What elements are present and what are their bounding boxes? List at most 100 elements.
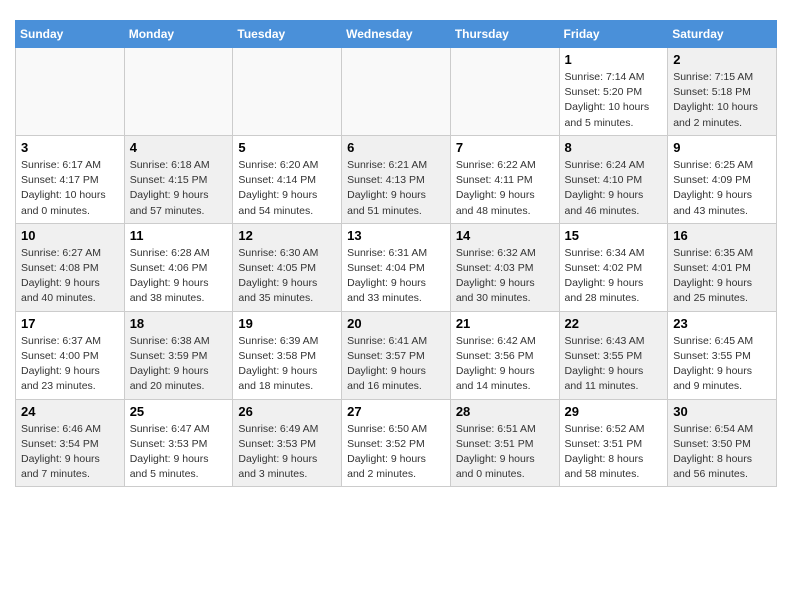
- day-info: Sunrise: 6:52 AM Sunset: 3:51 PM Dayligh…: [565, 422, 663, 483]
- day-number: 15: [565, 228, 663, 243]
- calendar-table: SundayMondayTuesdayWednesdayThursdayFrid…: [15, 20, 777, 487]
- calendar-cell: 20 Sunrise: 6:41 AM Sunset: 3:57 PM Dayli…: [342, 311, 451, 399]
- day-info: Sunrise: 6:46 AM Sunset: 3:54 PM Dayligh…: [21, 422, 119, 483]
- calendar-cell: 1 Sunrise: 7:14 AM Sunset: 5:20 PM Daylig…: [559, 48, 668, 136]
- day-number: 12: [238, 228, 336, 243]
- day-info: Sunrise: 6:50 AM Sunset: 3:52 PM Dayligh…: [347, 422, 445, 483]
- day-info: Sunrise: 6:38 AM Sunset: 3:59 PM Dayligh…: [130, 334, 228, 395]
- day-number: 10: [21, 228, 119, 243]
- day-info: Sunrise: 6:24 AM Sunset: 4:10 PM Dayligh…: [565, 158, 663, 219]
- day-number: 20: [347, 316, 445, 331]
- day-number: 29: [565, 404, 663, 419]
- day-info: Sunrise: 6:51 AM Sunset: 3:51 PM Dayligh…: [456, 422, 554, 483]
- day-info: Sunrise: 6:25 AM Sunset: 4:09 PM Dayligh…: [673, 158, 771, 219]
- calendar-cell: 29 Sunrise: 6:52 AM Sunset: 3:51 PM Dayli…: [559, 399, 668, 487]
- day-info: Sunrise: 6:18 AM Sunset: 4:15 PM Dayligh…: [130, 158, 228, 219]
- day-info: Sunrise: 6:37 AM Sunset: 4:00 PM Dayligh…: [21, 334, 119, 395]
- day-number: 27: [347, 404, 445, 419]
- weekday-header-thursday: Thursday: [450, 21, 559, 48]
- calendar-cell: 23 Sunrise: 6:45 AM Sunset: 3:55 PM Dayli…: [668, 311, 777, 399]
- day-number: 3: [21, 140, 119, 155]
- calendar-cell: 15 Sunrise: 6:34 AM Sunset: 4:02 PM Dayli…: [559, 223, 668, 311]
- day-info: Sunrise: 6:43 AM Sunset: 3:55 PM Dayligh…: [565, 334, 663, 395]
- calendar-cell: 8 Sunrise: 6:24 AM Sunset: 4:10 PM Daylig…: [559, 135, 668, 223]
- day-info: Sunrise: 6:31 AM Sunset: 4:04 PM Dayligh…: [347, 246, 445, 307]
- calendar-cell: [450, 48, 559, 136]
- day-number: 11: [130, 228, 228, 243]
- calendar-cell: 5Sunrise: 6:20 AM Sunset: 4:14 PM Daylig…: [233, 135, 342, 223]
- day-info: Sunrise: 6:30 AM Sunset: 4:05 PM Dayligh…: [238, 246, 336, 307]
- day-number: 26: [238, 404, 336, 419]
- day-number: 17: [21, 316, 119, 331]
- day-info: Sunrise: 6:47 AM Sunset: 3:53 PM Dayligh…: [130, 422, 228, 483]
- calendar-cell: 27 Sunrise: 6:50 AM Sunset: 3:52 PM Dayli…: [342, 399, 451, 487]
- day-number: 24: [21, 404, 119, 419]
- weekday-header-wednesday: Wednesday: [342, 21, 451, 48]
- day-info: Sunrise: 6:21 AM Sunset: 4:13 PM Dayligh…: [347, 158, 445, 219]
- day-info: Sunrise: 6:41 AM Sunset: 3:57 PM Dayligh…: [347, 334, 445, 395]
- calendar-cell: 26Sunrise: 6:49 AM Sunset: 3:53 PM Dayli…: [233, 399, 342, 487]
- weekday-header-sunday: Sunday: [16, 21, 125, 48]
- header: [15, 10, 777, 12]
- day-info: Sunrise: 6:27 AM Sunset: 4:08 PM Dayligh…: [21, 246, 119, 307]
- calendar-cell: 7 Sunrise: 6:22 AM Sunset: 4:11 PM Daylig…: [450, 135, 559, 223]
- day-info: Sunrise: 6:22 AM Sunset: 4:11 PM Dayligh…: [456, 158, 554, 219]
- calendar-cell: 10 Sunrise: 6:27 AM Sunset: 4:08 PM Dayli…: [16, 223, 125, 311]
- calendar-cell: [233, 48, 342, 136]
- calendar-header: SundayMondayTuesdayWednesdayThursdayFrid…: [16, 21, 777, 48]
- day-info: Sunrise: 6:54 AM Sunset: 3:50 PM Dayligh…: [673, 422, 771, 483]
- calendar-cell: 6Sunrise: 6:21 AM Sunset: 4:13 PM Daylig…: [342, 135, 451, 223]
- day-number: 25: [130, 404, 228, 419]
- day-number: 22: [565, 316, 663, 331]
- day-number: 5: [238, 140, 336, 155]
- calendar-cell: 14 Sunrise: 6:32 AM Sunset: 4:03 PM Dayli…: [450, 223, 559, 311]
- weekday-header-row: SundayMondayTuesdayWednesdayThursdayFrid…: [16, 21, 777, 48]
- day-number: 21: [456, 316, 554, 331]
- calendar-cell: 24 Sunrise: 6:46 AM Sunset: 3:54 PM Dayli…: [16, 399, 125, 487]
- calendar-cell: 28 Sunrise: 6:51 AM Sunset: 3:51 PM Dayli…: [450, 399, 559, 487]
- calendar-cell: 4 Sunrise: 6:18 AM Sunset: 4:15 PM Daylig…: [124, 135, 233, 223]
- calendar-cell: 19 Sunrise: 6:39 AM Sunset: 3:58 PM Dayli…: [233, 311, 342, 399]
- day-info: Sunrise: 6:39 AM Sunset: 3:58 PM Dayligh…: [238, 334, 336, 395]
- day-number: 4: [130, 140, 228, 155]
- calendar-cell: 18 Sunrise: 6:38 AM Sunset: 3:59 PM Dayli…: [124, 311, 233, 399]
- day-info: Sunrise: 6:34 AM Sunset: 4:02 PM Dayligh…: [565, 246, 663, 307]
- day-info: Sunrise: 6:28 AM Sunset: 4:06 PM Dayligh…: [130, 246, 228, 307]
- day-number: 1: [565, 52, 663, 67]
- weekday-header-saturday: Saturday: [668, 21, 777, 48]
- day-info: Sunrise: 6:45 AM Sunset: 3:55 PM Dayligh…: [673, 334, 771, 395]
- calendar-week-3: 17 Sunrise: 6:37 AM Sunset: 4:00 PM Dayli…: [16, 311, 777, 399]
- day-info: Sunrise: 7:14 AM Sunset: 5:20 PM Dayligh…: [565, 70, 663, 131]
- day-number: 16: [673, 228, 771, 243]
- calendar-cell: 22 Sunrise: 6:43 AM Sunset: 3:55 PM Dayli…: [559, 311, 668, 399]
- day-number: 9: [673, 140, 771, 155]
- day-number: 19: [238, 316, 336, 331]
- day-number: 7: [456, 140, 554, 155]
- day-info: Sunrise: 6:35 AM Sunset: 4:01 PM Dayligh…: [673, 246, 771, 307]
- day-number: 13: [347, 228, 445, 243]
- day-number: 23: [673, 316, 771, 331]
- day-number: 18: [130, 316, 228, 331]
- day-info: Sunrise: 6:42 AM Sunset: 3:56 PM Dayligh…: [456, 334, 554, 395]
- calendar-cell: [342, 48, 451, 136]
- day-number: 30: [673, 404, 771, 419]
- calendar-cell: 2 Sunrise: 7:15 AM Sunset: 5:18 PM Daylig…: [668, 48, 777, 136]
- day-number: 28: [456, 404, 554, 419]
- calendar-cell: 3Sunrise: 6:17 AM Sunset: 4:17 PM Daylig…: [16, 135, 125, 223]
- day-number: 14: [456, 228, 554, 243]
- day-info: Sunrise: 7:15 AM Sunset: 5:18 PM Dayligh…: [673, 70, 771, 131]
- day-info: Sunrise: 6:32 AM Sunset: 4:03 PM Dayligh…: [456, 246, 554, 307]
- calendar-cell: 12 Sunrise: 6:30 AM Sunset: 4:05 PM Dayli…: [233, 223, 342, 311]
- calendar-cell: 9 Sunrise: 6:25 AM Sunset: 4:09 PM Daylig…: [668, 135, 777, 223]
- day-number: 2: [673, 52, 771, 67]
- calendar-week-1: 3Sunrise: 6:17 AM Sunset: 4:17 PM Daylig…: [16, 135, 777, 223]
- calendar-body: 1 Sunrise: 7:14 AM Sunset: 5:20 PM Daylig…: [16, 48, 777, 487]
- weekday-header-tuesday: Tuesday: [233, 21, 342, 48]
- day-number: 8: [565, 140, 663, 155]
- calendar-cell: 25 Sunrise: 6:47 AM Sunset: 3:53 PM Dayli…: [124, 399, 233, 487]
- calendar-cell: 13 Sunrise: 6:31 AM Sunset: 4:04 PM Dayli…: [342, 223, 451, 311]
- calendar-cell: 17 Sunrise: 6:37 AM Sunset: 4:00 PM Dayli…: [16, 311, 125, 399]
- main-container: SundayMondayTuesdayWednesdayThursdayFrid…: [0, 0, 792, 497]
- weekday-header-monday: Monday: [124, 21, 233, 48]
- calendar-cell: 11 Sunrise: 6:28 AM Sunset: 4:06 PM Dayli…: [124, 223, 233, 311]
